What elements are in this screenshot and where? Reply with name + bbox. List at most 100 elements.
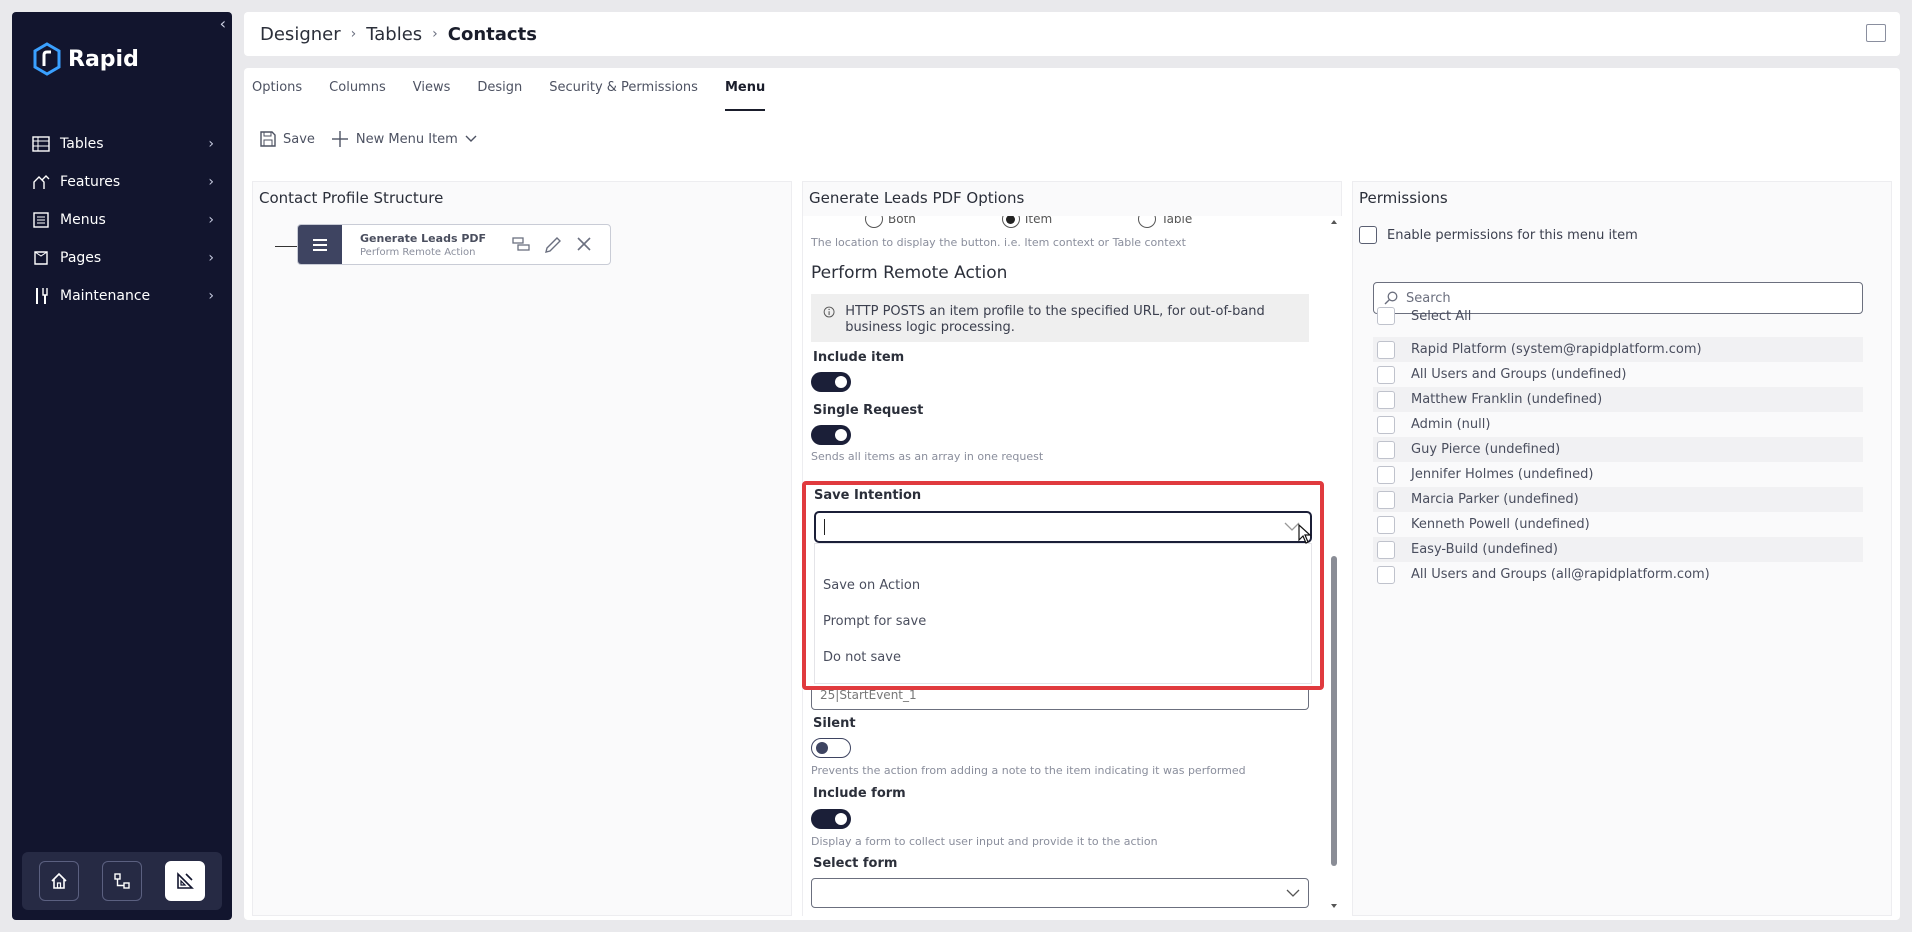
radio-item[interactable]: Item: [1001, 216, 1053, 228]
select-all-checkbox[interactable]: Select All: [1377, 307, 1471, 325]
silent-toggle[interactable]: [811, 738, 851, 758]
features-icon: [32, 173, 50, 191]
structure-panel-title: Contact Profile Structure: [259, 189, 444, 207]
include-item-label: Include item: [813, 350, 905, 365]
sidebar-item-label: Menus: [60, 212, 106, 228]
list-item[interactable]: All Users and Groups (undefined): [1373, 362, 1863, 387]
breadcrumb-item-designer[interactable]: Designer: [260, 24, 341, 45]
tab-design[interactable]: Design: [477, 80, 522, 111]
sidebar-item-maintenance[interactable]: Maintenance ›: [12, 277, 232, 315]
tab-menu[interactable]: Menu: [724, 80, 766, 111]
option-do-not-save[interactable]: Do not save: [823, 650, 901, 665]
list-item[interactable]: Easy-Build (undefined): [1373, 537, 1863, 562]
sub-items-icon[interactable]: [512, 236, 530, 252]
sidebar-item-tables[interactable]: Tables ›: [12, 125, 232, 163]
drag-handle-icon[interactable]: [298, 225, 342, 264]
save-intention-options: Save on Action Prompt for save Do not sa…: [814, 543, 1312, 684]
tab-options[interactable]: Options: [252, 80, 302, 111]
radio-table[interactable]: Table: [1138, 216, 1192, 228]
search-icon: [1384, 291, 1398, 305]
checkbox[interactable]: [1377, 540, 1395, 559]
edit-icon[interactable]: [544, 236, 562, 254]
user-label: Matthew Franklin (undefined): [1411, 392, 1603, 407]
home-icon: [51, 872, 67, 889]
user-label: Easy-Build (undefined): [1411, 542, 1558, 557]
save-button[interactable]: Save: [260, 131, 315, 147]
list-item[interactable]: Marcia Parker (undefined): [1373, 487, 1863, 512]
sidebar-item-menus[interactable]: Menus ›: [12, 201, 232, 239]
user-label: All Users and Groups (undefined): [1411, 367, 1627, 382]
radio-label: Item: [1024, 216, 1053, 226]
sidebar-item-label: Tables: [60, 136, 104, 152]
checkbox[interactable]: [1359, 226, 1377, 244]
include-form-toggle[interactable]: [811, 809, 851, 829]
sidebar-item-pages[interactable]: Pages ›: [12, 239, 232, 277]
user-label: Guy Pierce (undefined): [1411, 442, 1561, 457]
enable-permissions-checkbox[interactable]: Enable permissions for this menu item: [1359, 226, 1638, 244]
window-icon[interactable]: [1866, 24, 1886, 42]
include-item-toggle[interactable]: [811, 372, 851, 392]
list-item[interactable]: All Users and Groups (all@rapidplatform.…: [1373, 562, 1863, 587]
close-icon[interactable]: [576, 236, 592, 252]
checkbox[interactable]: [1377, 490, 1395, 509]
checkbox[interactable]: [1377, 565, 1395, 584]
checkbox[interactable]: [1377, 390, 1395, 409]
radio-circle: [865, 216, 883, 228]
tab-security-permissions[interactable]: Security & Permissions: [549, 80, 698, 111]
list-item[interactable]: Matthew Franklin (undefined): [1373, 387, 1863, 412]
designer-icon: [176, 872, 194, 889]
chevron-right-icon: ›: [208, 288, 214, 304]
user-label: Admin (null): [1411, 417, 1491, 432]
checkbox[interactable]: [1377, 365, 1395, 384]
checkbox[interactable]: [1377, 465, 1395, 484]
flow-icon: [114, 873, 130, 889]
save-intention-input[interactable]: [814, 511, 1312, 543]
user-label: Rapid Platform (system@rapidplatform.com…: [1411, 342, 1702, 357]
info-icon: [823, 306, 835, 318]
single-request-toggle[interactable]: [811, 425, 851, 445]
tools-icon: [32, 287, 50, 305]
user-label: Kenneth Powell (undefined): [1411, 517, 1590, 532]
checkbox[interactable]: [1377, 340, 1395, 359]
flow-button[interactable]: [101, 861, 142, 901]
collapse-sidebar-icon[interactable]: ‹: [220, 14, 226, 33]
breadcrumb-item-tables[interactable]: Tables: [366, 24, 422, 45]
list-item[interactable]: Rapid Platform (system@rapidplatform.com…: [1373, 337, 1863, 362]
save-intention-label: Save Intention: [814, 488, 922, 503]
checkbox[interactable]: [1377, 440, 1395, 459]
rapid-logo-icon: [33, 42, 61, 76]
checkbox[interactable]: [1377, 307, 1395, 325]
breadcrumb: Designer › Tables › Contacts: [244, 12, 1900, 56]
checkbox[interactable]: [1377, 515, 1395, 534]
enable-permissions-label: Enable permissions for this menu item: [1387, 227, 1638, 243]
options-scrollbar[interactable]: [1329, 216, 1339, 916]
silent-help-text: Prevents the action from adding a note t…: [811, 764, 1246, 777]
chevron-right-icon: ›: [208, 250, 214, 266]
option-save-on-action[interactable]: Save on Action: [823, 578, 920, 593]
list-item[interactable]: Kenneth Powell (undefined): [1373, 512, 1863, 537]
home-button[interactable]: [39, 861, 80, 901]
select-form-dropdown[interactable]: [811, 878, 1309, 908]
chevron-down-icon: [465, 135, 477, 142]
radio-label: Both: [888, 216, 916, 226]
designer-button[interactable]: [164, 861, 205, 901]
list-item[interactable]: Jennifer Holmes (undefined): [1373, 462, 1863, 487]
menu-node-subtitle: Perform Remote Action: [360, 246, 476, 258]
checkbox[interactable]: [1377, 415, 1395, 434]
menu-node[interactable]: Generate Leads PDF Perform Remote Action: [297, 224, 611, 265]
location-help-text: The location to display the button. i.e.…: [811, 236, 1186, 249]
sidebar-item-features[interactable]: Features ›: [12, 163, 232, 201]
search-placeholder: Search: [1406, 290, 1451, 306]
list-item[interactable]: Guy Pierce (undefined): [1373, 437, 1863, 462]
menu-list-icon: [32, 211, 50, 229]
chevron-down-icon: [1286, 889, 1300, 897]
list-item[interactable]: Admin (null): [1373, 412, 1863, 437]
option-prompt-for-save[interactable]: Prompt for save: [823, 614, 926, 629]
tab-views[interactable]: Views: [413, 80, 451, 111]
plus-icon: [331, 131, 348, 147]
radio-both[interactable]: Both: [865, 216, 916, 228]
sidebar-item-label: Maintenance: [60, 288, 151, 304]
sidebar: ‹ Rapid Tables › Features › Menus › Page…: [12, 12, 232, 920]
tab-columns[interactable]: Columns: [329, 80, 386, 111]
new-menu-item-button[interactable]: New Menu Item: [331, 130, 477, 148]
